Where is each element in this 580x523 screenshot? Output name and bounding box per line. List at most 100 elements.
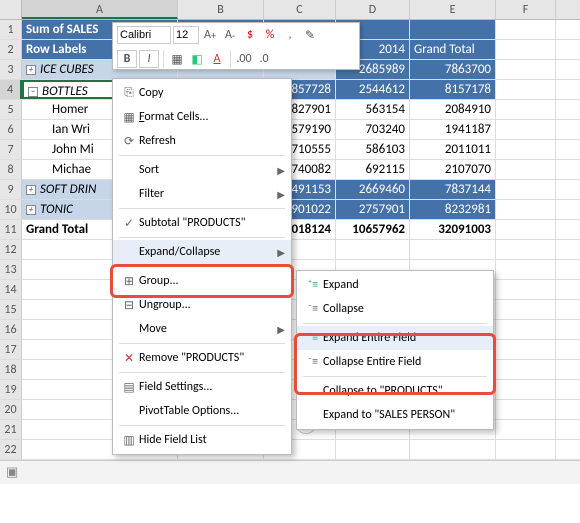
cell-E8[interactable]: 2107070 — [410, 160, 496, 179]
ctx-remove[interactable]: ✕Remove "PRODUCTS" — [113, 346, 291, 370]
cell-E11[interactable]: 32091003 — [410, 220, 496, 239]
col-header-C[interactable]: C — [264, 0, 336, 19]
col-header-B[interactable]: B — [178, 0, 264, 19]
ctx-ungroup[interactable]: ⊟Ungroup... — [113, 293, 291, 317]
ctx-sort[interactable]: Sort▶ — [113, 158, 291, 182]
cell-D5[interactable]: 563154 — [336, 100, 410, 119]
row-header-10[interactable]: 10 — [0, 200, 22, 219]
cell-D7[interactable]: 586103 — [336, 140, 410, 159]
select-all-corner[interactable] — [0, 0, 22, 19]
increase-decimal-icon[interactable]: .0 — [255, 50, 273, 68]
ctx-expand-collapse[interactable]: Expand/Collapse▶ — [113, 240, 291, 264]
ctx-hide-field-list[interactable]: ▥Hide Field List — [113, 428, 291, 452]
cell-E6[interactable]: 1941187 — [410, 120, 496, 139]
cell-E4[interactable]: 8157178 — [410, 80, 496, 99]
expand-icon[interactable]: + — [26, 65, 36, 75]
cell-D4[interactable]: 2544612 — [336, 80, 410, 99]
font-select[interactable] — [117, 26, 171, 44]
row-header-20[interactable]: 20 — [0, 400, 22, 419]
row-header-3[interactable]: 3 — [0, 60, 22, 79]
expand-icon[interactable]: + — [26, 205, 36, 215]
ctx-copy[interactable]: ⎘Copy — [113, 81, 291, 105]
row-header-9[interactable]: 9 — [0, 180, 22, 199]
col-header-D[interactable]: D — [336, 0, 410, 19]
col-header-A[interactable]: A — [22, 0, 178, 19]
col-header-F[interactable]: F — [496, 0, 556, 19]
decrease-decimal-icon[interactable]: .00 — [235, 50, 253, 68]
collapse-icon[interactable]: − — [28, 87, 38, 97]
sub-collapse-entire-field[interactable]: ⁻≡Collapse Entire Field — [297, 350, 493, 374]
comma-icon[interactable]: , — [281, 26, 299, 44]
expand-icon[interactable]: + — [26, 185, 36, 195]
ctx-move[interactable]: Move▶ — [113, 317, 291, 341]
cell-F6[interactable] — [496, 120, 556, 139]
cell-D8[interactable]: 692115 — [336, 160, 410, 179]
bold-button[interactable]: B — [117, 50, 137, 68]
cell-F4[interactable] — [496, 80, 556, 99]
cell-D11[interactable]: 10657962 — [336, 220, 410, 239]
increase-font-icon[interactable]: A+ — [201, 26, 219, 44]
cell-F2[interactable] — [496, 40, 556, 59]
row-header-22[interactable]: 22 — [0, 440, 22, 459]
row-header-5[interactable]: 5 — [0, 100, 22, 119]
ctx-subtotal[interactable]: ✓Subtotal "PRODUCTS" — [113, 211, 291, 235]
col-header-E[interactable]: E — [410, 0, 496, 19]
row-header-14[interactable]: 14 — [0, 280, 22, 299]
row-header-15[interactable]: 15 — [0, 300, 22, 319]
cell-F3[interactable] — [496, 60, 556, 79]
row-header-17[interactable]: 17 — [0, 340, 22, 359]
row-header-8[interactable]: 8 — [0, 160, 22, 179]
sub-expand-to[interactable]: Expand to "SALES PERSON" — [297, 403, 493, 427]
ctx-field-settings[interactable]: ▤Field Settings... — [113, 375, 291, 399]
cell-E10[interactable]: 8232981 — [410, 200, 496, 219]
row-header-1[interactable]: 1 — [0, 20, 22, 39]
font-color-icon[interactable]: A — [208, 50, 226, 68]
row-header-19[interactable]: 19 — [0, 380, 22, 399]
row-header-18[interactable]: 18 — [0, 360, 22, 379]
ctx-group[interactable]: ⊞Group... — [113, 269, 291, 293]
cell-D6[interactable]: 703240 — [336, 120, 410, 139]
cell-E3[interactable]: 7863700 — [410, 60, 496, 79]
row-header-4[interactable]: 4 — [0, 80, 22, 99]
dollar-icon[interactable]: $ — [241, 26, 259, 44]
borders-icon[interactable]: ▦ — [168, 50, 186, 68]
sub-expand[interactable]: ⁺≡Expand — [297, 273, 493, 297]
cell-E2[interactable]: Grand Total — [410, 40, 496, 59]
row-header-11[interactable]: 11 — [0, 220, 22, 239]
font-size-select[interactable] — [173, 26, 199, 44]
row-header-21[interactable]: 21 — [0, 420, 22, 439]
row-header-7[interactable]: 7 — [0, 140, 22, 159]
ctx-filter[interactable]: Filter▶ — [113, 182, 291, 206]
row-header-6[interactable]: 6 — [0, 120, 22, 139]
cell-E1[interactable] — [410, 20, 496, 39]
format-painter-icon[interactable]: ✎ — [301, 26, 319, 44]
cell-F5[interactable] — [496, 100, 556, 119]
sub-collapse-to[interactable]: Collapse to "PRODUCTS" — [297, 379, 493, 403]
percent-icon[interactable]: % — [261, 26, 279, 44]
fill-color-icon[interactable]: ◧ — [188, 50, 206, 68]
decrease-font-icon[interactable]: A- — [221, 26, 239, 44]
row-header-2[interactable]: 2 — [0, 40, 22, 59]
cell-D10[interactable]: 2757901 — [336, 200, 410, 219]
row-header-12[interactable]: 12 — [0, 240, 22, 259]
cell-F11[interactable] — [496, 220, 556, 239]
italic-button[interactable]: I — [139, 50, 159, 68]
cell-D9[interactable]: 2669460 — [336, 180, 410, 199]
sub-collapse[interactable]: ⁻≡Collapse — [297, 297, 493, 321]
row-header-16[interactable]: 16 — [0, 320, 22, 339]
cell-F1[interactable] — [496, 20, 556, 39]
row-header-13[interactable]: 13 — [0, 260, 22, 279]
cell-F9[interactable] — [496, 180, 556, 199]
ctx-pivottable-options[interactable]: PivotTable Options... — [113, 399, 291, 423]
sub-expand-entire-field[interactable]: ⁺≡Expand Entire Field — [297, 326, 493, 350]
ctx-format-cells[interactable]: ▦FFormat Cells...ormat Cells... — [113, 105, 291, 129]
cell-F10[interactable] — [496, 200, 556, 219]
record-macro-icon[interactable]: ▣ — [6, 465, 18, 480]
cell-E7[interactable]: 2011011 — [410, 140, 496, 159]
ctx-refresh[interactable]: ⟳Refresh — [113, 129, 291, 153]
cell-E5[interactable]: 2084910 — [410, 100, 496, 119]
cell-E9[interactable]: 7837144 — [410, 180, 496, 199]
cell-F7[interactable] — [496, 140, 556, 159]
cell-F8[interactable] — [496, 160, 556, 179]
check-icon: ✓ — [119, 216, 139, 231]
